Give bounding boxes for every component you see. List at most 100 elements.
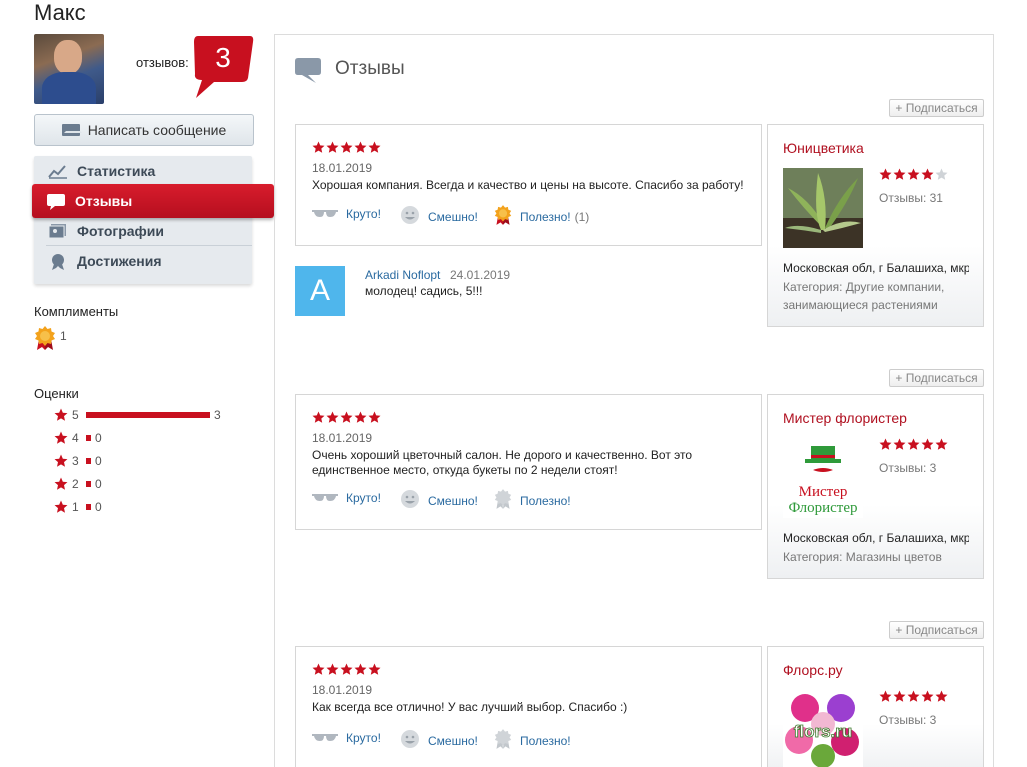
funny-reaction-button[interactable]: Смешно! (400, 205, 478, 228)
write-message-label: Написать сообщение (87, 122, 227, 138)
star-filled-icon (935, 690, 948, 702)
star-filled-icon (921, 690, 934, 702)
business-card: Мистер флористер Мистер Флористер Отзывы… (767, 394, 984, 579)
business-logo[interactable]: flors.ru (783, 690, 863, 767)
badge-outline-icon (494, 488, 512, 513)
business-category: Категория: Другие компании, занимающиеся… (783, 280, 945, 312)
avatar[interactable] (34, 34, 104, 104)
star-filled-icon (368, 141, 381, 153)
rating-stars-label: 5 (72, 408, 79, 422)
review-bubble-icon (294, 56, 322, 84)
rating-row: 53 (54, 407, 221, 423)
write-message-button[interactable]: Написать сообщение (34, 114, 254, 146)
nav-item-photos[interactable]: Фотографии (34, 216, 252, 246)
review-date: 18.01.2019 (312, 683, 373, 697)
rating-bar (86, 435, 91, 441)
rating-bar (86, 481, 91, 487)
nav-item-statistics[interactable]: Статистика (34, 156, 252, 186)
comment-avatar[interactable]: A (295, 266, 345, 316)
achievement-icon (48, 253, 68, 270)
star-filled-icon (879, 168, 892, 180)
useful-badge-icon[interactable] (34, 325, 56, 351)
star-filled-icon (921, 438, 934, 450)
rating-count: 3 (214, 408, 221, 422)
star-icon (54, 454, 68, 467)
nav-item-achievements[interactable]: Достижения (34, 246, 252, 276)
business-photo[interactable] (783, 168, 863, 248)
star-filled-icon (340, 141, 353, 153)
reviews-count-value: 3 (215, 42, 231, 73)
cool-label: Круто! (346, 491, 381, 505)
review-rating-stars (312, 141, 381, 154)
business-logo[interactable]: Мистер Флористер (783, 438, 863, 518)
star-filled-icon (312, 141, 325, 153)
star-icon (54, 500, 68, 513)
star-filled-icon (368, 411, 381, 423)
useful-reaction-button[interactable]: Полезно! (494, 488, 571, 513)
cool-reaction-button[interactable]: Круто! (312, 491, 381, 505)
user-name: Макс (34, 0, 86, 25)
logo-text-line-2: Флористер (789, 500, 858, 516)
comment-author[interactable]: Arkadi Noflopt (365, 268, 440, 282)
star-filled-icon (907, 690, 920, 702)
star-filled-icon (312, 411, 325, 423)
sunglasses-icon (312, 207, 338, 221)
review-rating-stars (312, 663, 381, 676)
business-name[interactable]: Юницветика (783, 140, 864, 156)
useful-reaction-button[interactable]: Полезно! (1) (494, 204, 589, 229)
star-icon (54, 408, 68, 421)
mail-icon (61, 124, 82, 136)
photo-icon (48, 223, 68, 239)
star-filled-icon (326, 141, 339, 153)
star-filled-icon (879, 690, 892, 702)
star-filled-icon (893, 168, 906, 180)
star-filled-icon (368, 663, 381, 675)
logo-text-line-1: Мистер (799, 484, 848, 500)
rating-count: 0 (95, 431, 102, 445)
business-name[interactable]: Мистер флористер (783, 410, 907, 426)
subscribe-button[interactable]: + Подписаться (889, 99, 984, 117)
business-name[interactable]: Флорс.ру (783, 662, 843, 678)
star-filled-icon (312, 663, 325, 675)
subscribe-button[interactable]: + Подписаться (889, 621, 984, 639)
compliments-title: Комплименты (34, 304, 119, 319)
cool-reaction-button[interactable]: Круто! (312, 731, 381, 745)
smile-icon (400, 205, 420, 228)
reviews-count-badge: 3 (192, 34, 254, 98)
badge-outline-icon (494, 728, 512, 753)
cool-reaction-button[interactable]: Круто! (312, 207, 381, 221)
star-filled-icon (935, 438, 948, 450)
review-text: Хорошая компания. Всегда и качество и це… (312, 178, 744, 192)
rating-bar (86, 504, 91, 510)
rating-bar (86, 458, 91, 464)
business-category: Категория: Магазины цветов (783, 550, 942, 564)
funny-label: Смешно! (428, 493, 478, 508)
review-card: 18.01.2019 Очень хороший цветочный салон… (295, 394, 762, 530)
review-date: 18.01.2019 (312, 431, 373, 445)
subscribe-button[interactable]: + Подписаться (889, 369, 984, 387)
star-filled-icon (893, 438, 906, 450)
nav-item-reviews[interactable]: Отзывы (32, 184, 274, 218)
cool-label: Круто! (346, 207, 381, 221)
rating-bar (86, 412, 210, 418)
star-filled-icon (921, 168, 934, 180)
comment-date: 24.01.2019 (450, 268, 511, 282)
star-filled-icon (893, 690, 906, 702)
useful-reaction-button[interactable]: Полезно! (494, 728, 571, 753)
rating-count: 0 (95, 454, 102, 468)
review-card: 18.01.2019 Хорошая компания. Всегда и ка… (295, 124, 762, 246)
funny-reaction-button[interactable]: Смешно! (400, 489, 478, 512)
star-filled-icon (326, 411, 339, 423)
business-rating-stars (879, 690, 948, 703)
star-filled-icon (907, 438, 920, 450)
rating-row: 30 (54, 453, 102, 469)
funny-reaction-button[interactable]: Смешно! (400, 729, 478, 752)
business-address: Московская обл, г Балашиха, мкр (783, 531, 969, 545)
review-text: Как всегда все отлично! У вас лучший выб… (312, 700, 628, 714)
funny-label: Смешно! (428, 733, 478, 748)
star-empty-icon (935, 168, 948, 180)
business-rating-stars (879, 438, 948, 451)
star-icon (54, 477, 68, 490)
review-date: 18.01.2019 (312, 161, 373, 175)
useful-label: Полезно! (520, 209, 571, 224)
